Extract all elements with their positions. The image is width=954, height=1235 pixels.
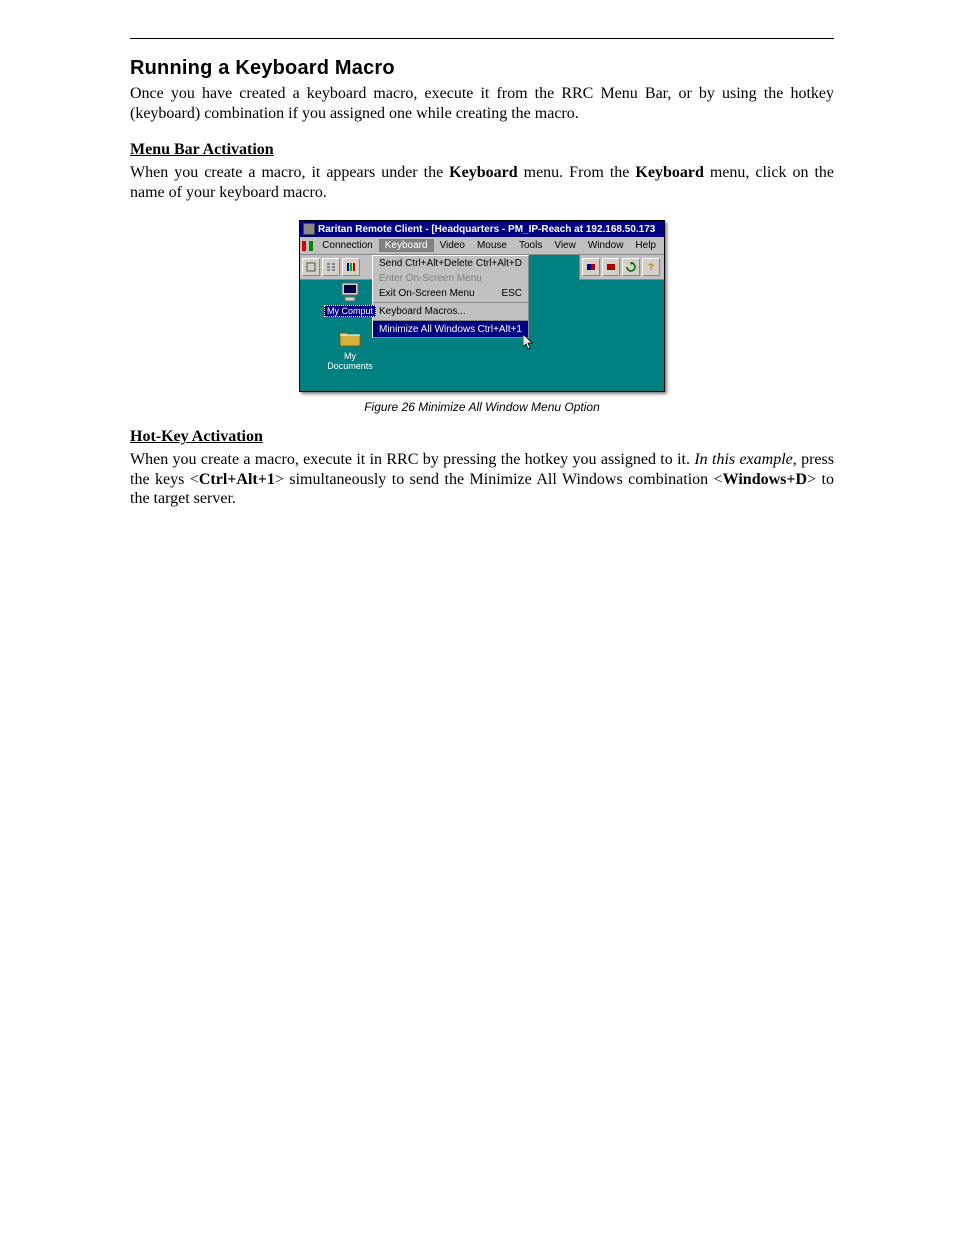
desktop-item-label: My Comput bbox=[324, 305, 376, 317]
menu-option-label: Enter On-Screen Menu bbox=[379, 273, 482, 284]
text: > simultaneously to send the Minimize Al… bbox=[275, 471, 723, 488]
window-titlebar: Raritan Remote Client - [Headquarters - … bbox=[300, 221, 664, 237]
menu-option-shortcut: Ctrl+Alt+D bbox=[476, 258, 522, 269]
top-rule bbox=[130, 38, 834, 39]
text-italic: In this example bbox=[694, 451, 792, 468]
hotkey-activation-text: When you create a macro, execute it in R… bbox=[130, 450, 834, 509]
text: menu. From the bbox=[518, 164, 636, 181]
menu-option[interactable]: Keyboard Macros... bbox=[373, 302, 528, 319]
menu-option[interactable]: Enter On-Screen Menu bbox=[373, 271, 528, 286]
keyword-keyboard: Keyboard bbox=[449, 164, 517, 181]
status-green-icon bbox=[309, 241, 313, 251]
computer-icon bbox=[339, 281, 361, 303]
menu-option-shortcut: ESC bbox=[501, 288, 522, 299]
menu-option-label: Minimize All Windows bbox=[379, 324, 475, 335]
toolbar-button[interactable] bbox=[582, 258, 600, 276]
menu-option-shortcut: Ctrl+Alt+1 bbox=[478, 324, 522, 335]
text: When you create a macro, execute it in R… bbox=[130, 451, 694, 468]
keyword-keyboard: Keyboard bbox=[635, 164, 703, 181]
menu-item-video[interactable]: Video bbox=[434, 239, 471, 252]
menu-option[interactable]: Exit On-Screen Menu ESC bbox=[373, 286, 528, 301]
toolbar-right: ? bbox=[579, 255, 664, 280]
text: When you create a macro, it appears unde… bbox=[130, 164, 449, 181]
menu-item-view[interactable]: View bbox=[548, 239, 582, 252]
window-title: Raritan Remote Client - [Headquarters - … bbox=[318, 224, 655, 235]
hotkey-combo: Windows+D bbox=[723, 471, 807, 488]
menubar: ConnectionKeyboardVideoMouseToolsViewWin… bbox=[300, 237, 664, 255]
menu-option[interactable]: Send Ctrl+Alt+DeleteCtrl+Alt+D bbox=[373, 256, 528, 271]
keyboard-menu-dropdown: Send Ctrl+Alt+DeleteCtrl+Alt+D Enter On-S… bbox=[372, 255, 529, 338]
desktop-item[interactable]: My Documents bbox=[322, 327, 378, 371]
hotkey-activation-title: Hot-Key Activation bbox=[130, 428, 834, 446]
menu-option-label: Exit On-Screen Menu bbox=[379, 288, 475, 299]
menu-item-keyboard[interactable]: Keyboard bbox=[379, 239, 434, 252]
menu-item-mouse[interactable]: Mouse bbox=[471, 239, 513, 252]
menu-bar-activation-title: Menu Bar Activation bbox=[130, 141, 834, 159]
section-title: Running a Keyboard Macro bbox=[130, 57, 834, 80]
menu-option-label: Send Ctrl+Alt+Delete bbox=[379, 258, 473, 269]
menu-option[interactable]: Minimize All WindowsCtrl+Alt+1 bbox=[373, 320, 528, 337]
toolbar-button[interactable] bbox=[342, 258, 360, 276]
toolbar-refresh-icon[interactable] bbox=[622, 258, 640, 276]
toolbar-help-icon[interactable]: ? bbox=[642, 258, 660, 276]
menu-item-help[interactable]: Help bbox=[629, 239, 662, 252]
hotkey-combo: Ctrl+Alt+1 bbox=[199, 471, 275, 488]
desktop-icons: My Comput My Documents bbox=[322, 281, 378, 371]
menu-option-label: Keyboard Macros... bbox=[379, 306, 466, 317]
menu-bar-activation-text: When you create a macro, it appears unde… bbox=[130, 163, 834, 202]
client-area: ? Send Ctrl+Alt+DeleteCtrl+Alt+D Enter On… bbox=[300, 255, 664, 391]
menu-item-connection[interactable]: Connection bbox=[316, 239, 379, 252]
status-red-icon bbox=[302, 241, 306, 251]
toolbar-button[interactable] bbox=[322, 258, 340, 276]
folder-icon bbox=[339, 327, 361, 349]
desktop-item[interactable]: My Comput bbox=[322, 281, 378, 317]
toolbar-button[interactable] bbox=[602, 258, 620, 276]
toolbar-button[interactable] bbox=[302, 258, 320, 276]
desktop-item-label: My Documents bbox=[322, 351, 378, 371]
screenshot-figure: Raritan Remote Client - [Headquarters - … bbox=[299, 220, 665, 392]
intro-paragraph: Once you have created a keyboard macro, … bbox=[130, 84, 834, 123]
menu-item-window[interactable]: Window bbox=[582, 239, 630, 252]
menu-item-tools[interactable]: Tools bbox=[513, 239, 548, 252]
figure-caption: Figure 26 Minimize All Window Menu Optio… bbox=[130, 400, 834, 414]
cursor-icon bbox=[523, 334, 535, 350]
toolbar-left bbox=[300, 255, 375, 280]
app-icon bbox=[303, 223, 315, 235]
